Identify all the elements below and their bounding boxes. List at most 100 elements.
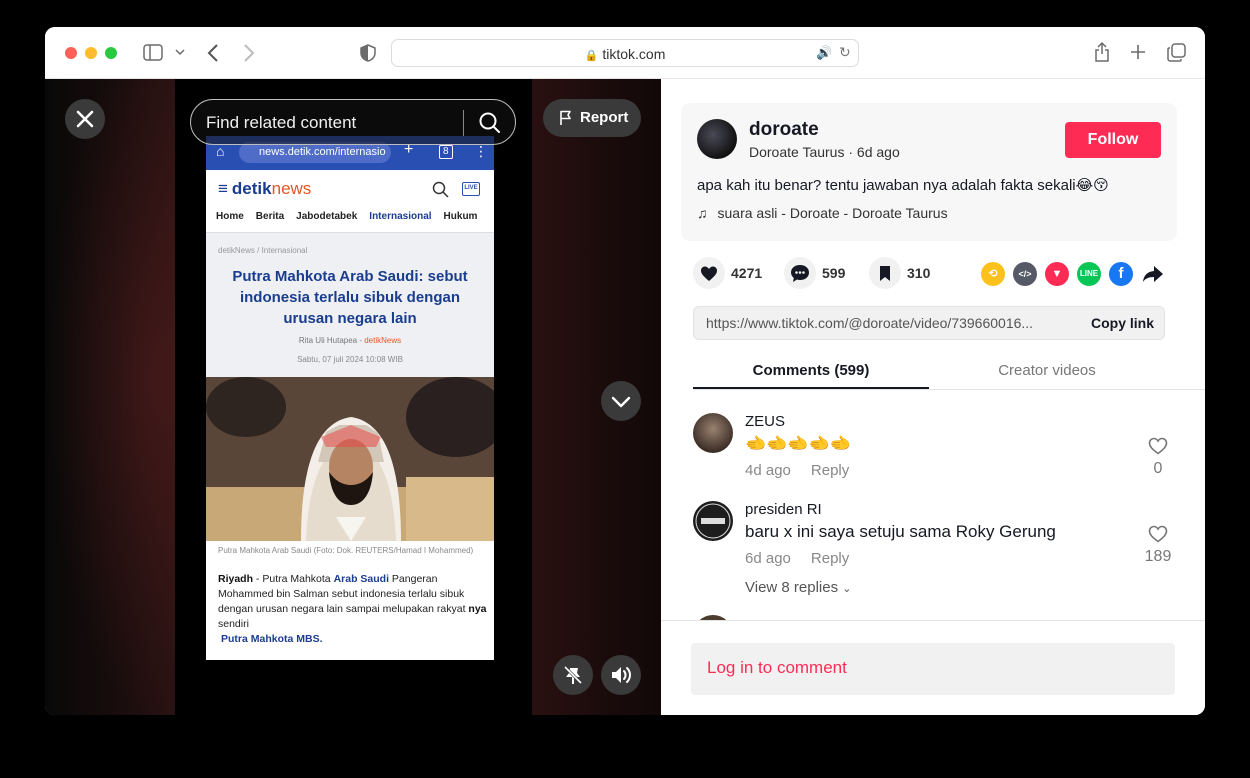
close-window-button[interactable]: [65, 47, 77, 59]
article-breadcrumb: detikNews / Internasional: [218, 246, 308, 255]
pin-off-icon: [563, 665, 583, 685]
video-frame-content: ⌂ news.detik.com/internasio + 8 ⋮ ≡ detik…: [206, 136, 494, 660]
creator-username[interactable]: doroate: [749, 119, 819, 141]
engagement-bar: 4271 599 310: [693, 257, 1173, 291]
lock-icon: 🔒: [584, 50, 599, 62]
close-video-button[interactable]: [65, 99, 105, 139]
save-count: 310: [907, 265, 931, 281]
address-url: tiktok.com: [602, 46, 666, 62]
view-replies-button[interactable]: View 8 replies ⌄: [745, 579, 852, 596]
embed-icon[interactable]: </>: [1013, 262, 1037, 286]
comment-text: 🫲🫲🫲🫲🫲: [745, 434, 851, 453]
plus-icon[interactable]: [1130, 44, 1146, 60]
commenter-name[interactable]: ZEUS: [745, 413, 785, 430]
reply-button[interactable]: Reply: [811, 550, 849, 567]
active-tab-indicator: [693, 387, 929, 389]
send-icon[interactable]: ▼: [1045, 262, 1069, 286]
forward-icon[interactable]: [243, 44, 255, 62]
music-link[interactable]: ♫ suara asli - Doroate - Doroate Taurus: [697, 205, 948, 221]
article-headline: Putra Mahkota Arab Saudi: sebut indonesi…: [232, 268, 468, 327]
article-footer-link: Putra Mahkota MBS.: [221, 633, 323, 645]
share-icon[interactable]: [1094, 41, 1110, 62]
report-label: Report: [580, 109, 629, 126]
post-description: apa kah itu benar? tentu jawaban nya ada…: [697, 177, 1109, 194]
music-note-icon: ♫: [697, 205, 708, 221]
next-video-button[interactable]: [601, 381, 641, 421]
creator-avatar[interactable]: [697, 119, 737, 159]
search-icon: [432, 181, 449, 198]
tab-count-icon: 8: [439, 145, 453, 159]
copy-link-button[interactable]: Copy link: [1091, 315, 1154, 331]
article-body: Riyadh - Putra Mahkota Arab Saudi Panger…: [218, 573, 487, 630]
follow-button[interactable]: Follow: [1065, 122, 1161, 158]
commenter-avatar[interactable]: [693, 501, 733, 541]
phone-url-text: news.detik.com/internasio: [259, 146, 386, 158]
video-link-url[interactable]: https://www.tiktok.com/@doroate/video/73…: [706, 315, 1072, 331]
comment-meta: 6d ago Reply: [745, 550, 869, 567]
details-panel: doroate Doroate Taurus · 6d ago Follow a…: [661, 79, 1205, 715]
minimize-window-button[interactable]: [85, 47, 97, 59]
comment-like[interactable]: 0: [1143, 437, 1173, 478]
like-count: 4271: [731, 265, 763, 281]
tabs-icon[interactable]: [1167, 43, 1186, 62]
sidebar-icon[interactable]: [143, 44, 163, 61]
detik-logo: ≡ detiknews: [218, 179, 312, 198]
tab-creator-videos[interactable]: Creator videos: [929, 362, 1165, 379]
panel-tabs: Comments (599) Creator videos: [693, 354, 1205, 390]
reload-icon[interactable]: ↻: [839, 44, 851, 61]
comment-age: 6d ago: [745, 550, 791, 567]
comment-meta: 4d ago Reply: [745, 462, 869, 479]
comment-item: presiden RI baru x ini saya setuju sama …: [693, 501, 1173, 601]
bookmark-icon[interactable]: [869, 257, 901, 289]
comment-text: baru x ini saya setuju sama Roky Gerung: [745, 522, 1056, 541]
video-blur-right: [532, 79, 661, 715]
repost-icon[interactable]: ⟲: [981, 262, 1005, 286]
flag-icon: [560, 110, 571, 125]
browser-toolbar: 🔒 tiktok.com 🔊 ↻: [45, 27, 1205, 79]
line-icon[interactable]: LINE: [1077, 262, 1101, 286]
photo-caption: Putra Mahkota Arab Saudi (Foto: Dok. REU…: [218, 546, 474, 555]
heart-icon[interactable]: [693, 257, 725, 289]
creator-nickname: Doroate Taurus · 6d ago: [749, 144, 900, 160]
article-author: Rita Uli Hutapea - detikNews: [298, 336, 402, 345]
share-arrow-icon[interactable]: [1142, 265, 1164, 283]
shield-icon[interactable]: [360, 44, 376, 62]
chevron-down-icon: ⌄: [842, 583, 852, 595]
search-icon[interactable]: [477, 110, 503, 136]
comment-like-count: 189: [1144, 548, 1172, 565]
heart-outline-icon[interactable]: [1148, 437, 1168, 455]
music-title: suara asli - Doroate - Doroate Taurus: [717, 205, 948, 221]
chevron-down-icon[interactable]: [175, 49, 185, 56]
zoom-window-button[interactable]: [105, 47, 117, 59]
commenter-avatar[interactable]: [693, 413, 733, 453]
search-divider: [463, 110, 464, 136]
home-icon: ⌂: [216, 143, 225, 159]
video-blur-glow: [45, 79, 175, 715]
comment-icon[interactable]: [784, 257, 816, 289]
speaker-icon[interactable]: 🔊: [816, 45, 832, 61]
reply-button[interactable]: Reply: [811, 462, 849, 479]
video-link-box: https://www.tiktok.com/@doroate/video/73…: [693, 306, 1165, 340]
phone-nav: Home Berita Jabodetabek Internasional Hukum: [216, 211, 478, 222]
facebook-icon[interactable]: f: [1109, 262, 1133, 286]
tab-comments[interactable]: Comments (599): [693, 362, 929, 379]
login-prompt: Log in to comment: [707, 658, 847, 677]
browser-window: 🔒 tiktok.com 🔊 ↻ ⌂ news.detik.com/intern…: [45, 27, 1205, 715]
login-to-comment-button[interactable]: Log in to comment: [691, 643, 1175, 695]
video-player[interactable]: ⌂ news.detik.com/internasio + 8 ⋮ ≡ detik…: [45, 79, 661, 715]
commenter-name[interactable]: presiden RI: [745, 501, 822, 518]
phone-url: news.detik.com/internasio: [239, 142, 391, 163]
heart-outline-icon[interactable]: [1148, 525, 1168, 543]
post-info-card: doroate Doroate Taurus · 6d ago Follow a…: [681, 103, 1177, 241]
volume-button[interactable]: [601, 655, 641, 695]
related-search-input[interactable]: Find related content: [206, 113, 356, 133]
floating-player-button[interactable]: [553, 655, 593, 695]
close-icon: [76, 110, 94, 128]
back-icon[interactable]: [207, 44, 219, 62]
comment-like-count: 0: [1153, 460, 1163, 477]
report-button[interactable]: Report: [543, 99, 641, 137]
comment-like[interactable]: 189: [1143, 525, 1173, 566]
article-date: Sabtu, 07 juli 2024 10:08 WIB: [297, 355, 403, 364]
address-bar[interactable]: 🔒 tiktok.com 🔊 ↻: [391, 39, 859, 67]
related-search-box[interactable]: Find related content: [190, 99, 516, 145]
